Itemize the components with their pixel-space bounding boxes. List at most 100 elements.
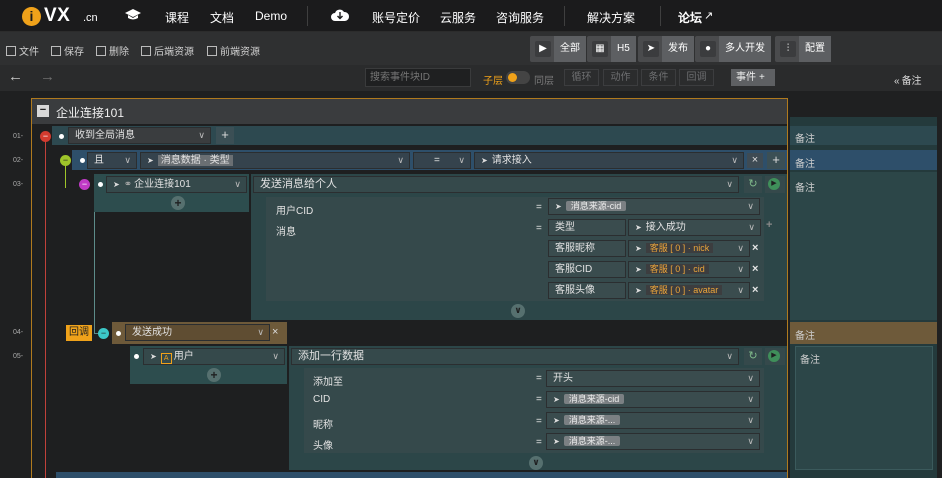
cid-label: CID	[313, 394, 331, 405]
nav-docs[interactable]: 文档	[210, 9, 234, 26]
delete-button[interactable]: 删除	[96, 43, 129, 58]
note-04[interactable]: 备注	[795, 327, 815, 342]
cloud-icon[interactable]	[330, 8, 350, 22]
note-02[interactable]: 备注	[795, 155, 815, 170]
add-event-button[interactable]: 事件 +	[731, 69, 775, 86]
publish-button[interactable]: ➤ 发布	[638, 36, 694, 62]
and-select[interactable]: 且 ∨	[87, 152, 137, 169]
operator-select[interactable]: = ∨	[413, 152, 471, 169]
add-object-button[interactable]: +	[207, 368, 221, 382]
row05-handle[interactable]	[134, 354, 139, 359]
row02-handle[interactable]	[80, 158, 85, 163]
remove-kv-icon[interactable]: ×	[752, 263, 758, 275]
logo-text[interactable]: VX	[44, 5, 70, 27]
event-select[interactable]: 收到全局消息 ∨	[68, 127, 211, 144]
kv-cid-value-select[interactable]: ➤ 客服 [ 0 ] · cid ∨	[628, 261, 750, 278]
nav-solutions[interactable]: 解决方案	[587, 9, 635, 26]
frontend-resources-button[interactable]: 前端资源	[207, 43, 260, 58]
loop-button[interactable]: 循环	[564, 69, 599, 86]
and-select-value: 且	[94, 155, 104, 166]
refresh-icon[interactable]: ↻	[744, 348, 762, 365]
row05-action-select[interactable]: 添加一行数据 ∨	[291, 348, 739, 365]
condition-field-select[interactable]: ➤ 消息数据 · 类型 ∨	[140, 152, 410, 169]
h5-button[interactable]: ▦ H5	[587, 36, 636, 62]
kv-nick-value-select[interactable]: ➤ 客服 [ 0 ] · nick ∨	[628, 240, 750, 257]
kv-type-key[interactable]: 类型	[548, 219, 626, 236]
kv-type-value-select[interactable]: ➤ 接入成功 ∨	[628, 219, 761, 236]
cursor-icon: ➤	[113, 180, 120, 189]
nav-forum[interactable]: 论坛	[678, 9, 702, 26]
kv-nick-key[interactable]: 客服昵称	[548, 240, 626, 257]
add-to-select[interactable]: 开头 ∨	[546, 370, 760, 387]
multi-dev-button[interactable]: ● 多人开发	[695, 36, 771, 62]
row01-collapse-dot[interactable]: −	[40, 131, 51, 142]
condition-value-select[interactable]: ➤ 请求接入 ∨	[474, 152, 744, 169]
note-05[interactable]: 备注	[800, 351, 820, 366]
avatar-value-select[interactable]: ➤ 消息来源-... ∨	[546, 433, 760, 450]
condition-value: 请求接入	[491, 155, 532, 166]
row03-collapse-dot[interactable]: −	[79, 179, 90, 190]
expand-params-icon[interactable]: ∨	[511, 304, 525, 318]
run-all-label: 全部	[554, 36, 586, 62]
row01-handle[interactable]	[59, 134, 64, 139]
save-button[interactable]: 保存	[51, 43, 84, 58]
refresh-icon[interactable]: ↻	[744, 176, 762, 193]
equals-sign: =	[536, 394, 542, 405]
remove-condition-icon[interactable]: ×	[747, 153, 763, 168]
add-object-button[interactable]: +	[171, 196, 185, 210]
callback-button[interactable]: 回调	[679, 69, 714, 86]
kv-cid-key[interactable]: 客服CID	[548, 261, 626, 278]
add-kv-icon[interactable]: +	[766, 219, 772, 231]
row04-collapse-dot[interactable]: −	[98, 328, 109, 339]
kv-avatar-key[interactable]: 客服头像	[548, 282, 626, 299]
nick-value-select[interactable]: ➤ 消息来源-... ∨	[546, 412, 760, 429]
note-01[interactable]: 备注	[795, 130, 815, 145]
run-all-button[interactable]: ▶ 全部	[530, 36, 586, 62]
user-cid-value-select[interactable]: ➤ 消息来源-cid ∨	[548, 198, 760, 215]
search-event-input[interactable]	[365, 68, 471, 87]
kv-cid-value: 客服 [ 0 ] · cid	[645, 264, 709, 274]
add-condition-button[interactable]: +	[767, 152, 785, 169]
run-action-button[interactable]: ▶	[765, 348, 785, 365]
remove-callback-icon[interactable]: ×	[272, 326, 278, 338]
remove-kv-icon[interactable]: ×	[752, 284, 758, 296]
file-button[interactable]: 文件	[6, 43, 39, 58]
chevron-down-icon: ∨	[748, 222, 755, 232]
callback-event-select[interactable]: 发送成功 ∨	[125, 324, 270, 341]
remove-kv-icon[interactable]: ×	[752, 242, 758, 254]
notes-toggle[interactable]: «备注	[894, 72, 922, 87]
nav-divider	[660, 6, 661, 26]
note-row-03[interactable]	[790, 172, 937, 320]
condition-button[interactable]: 条件	[641, 69, 676, 86]
add-condition-button[interactable]: +	[216, 127, 234, 144]
action-select[interactable]: 发送消息给个人 ∨	[253, 176, 739, 193]
nav-demo[interactable]: Demo	[255, 9, 287, 23]
nav-pricing[interactable]: 账号定价	[372, 9, 420, 26]
run-action-button[interactable]: ▶	[765, 176, 785, 193]
nav-cloud-service[interactable]: 云服务	[440, 9, 476, 26]
backend-resources-button[interactable]: 后端资源	[141, 43, 194, 58]
layer-toggle[interactable]	[506, 71, 530, 84]
note-03[interactable]: 备注	[795, 179, 815, 194]
nav-courses[interactable]: 课程	[165, 9, 189, 26]
config-label: 配置	[799, 36, 831, 62]
logo-icon[interactable]: i	[22, 7, 41, 26]
forward-arrow-icon[interactable]: →	[40, 68, 55, 85]
row03-handle[interactable]	[98, 182, 103, 187]
expand-params-icon[interactable]: ∨	[529, 456, 543, 470]
collapse-icon[interactable]: −	[37, 105, 49, 117]
chevron-down-icon: ∨	[747, 415, 754, 425]
object-select[interactable]: ➤ ⚭ 企业连接101 ∨	[106, 176, 247, 193]
action-button[interactable]: 动作	[603, 69, 638, 86]
child-layer-label: 子层	[483, 76, 503, 87]
back-arrow-icon[interactable]: ←	[8, 68, 23, 85]
config-button[interactable]: ⫶ 配置	[775, 36, 831, 62]
row05-object-select[interactable]: ➤ A 用户 ∨	[143, 348, 285, 365]
graduation-cap-icon[interactable]	[125, 9, 141, 21]
cid-value-select[interactable]: ➤ 消息来源-cid ∨	[546, 391, 760, 408]
chevron-down-icon: ∨	[737, 285, 744, 295]
kv-avatar-value-select[interactable]: ➤ 客服 [ 0 ] · avatar ∨	[628, 282, 750, 299]
row02-collapse-dot[interactable]: −	[60, 155, 71, 166]
row04-handle[interactable]	[116, 331, 121, 336]
nav-consulting[interactable]: 咨询服务	[496, 9, 544, 26]
